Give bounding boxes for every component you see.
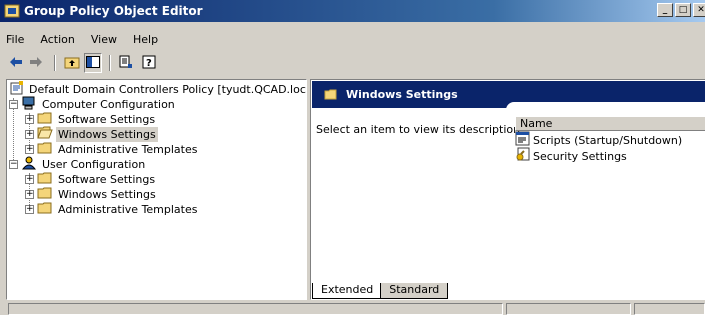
help-icon: ? (142, 55, 156, 72)
tree-item-administrative-templates[interactable]: + Administrative Templates (25, 142, 200, 157)
tab-standard[interactable]: Standard (380, 283, 449, 299)
tree-item-user-configuration[interactable]: − User Configuration (9, 156, 147, 174)
list-item-security-settings[interactable]: Security Settings (515, 147, 627, 167)
tree-item-computer-configuration[interactable]: − Computer Configuration (9, 96, 177, 114)
show-hide-tree-icon (86, 55, 100, 71)
tree-root-label: Default Domain Controllers Policy [tyudt… (29, 83, 306, 96)
tree-item-label: Computer Configuration (42, 98, 175, 111)
status-bar (0, 302, 705, 315)
details-pane: Windows Settings Select an item to view … (310, 79, 705, 300)
collapse-icon[interactable]: − (9, 160, 18, 169)
title-bar: Group Policy Object Editor _ □ ✕ (0, 0, 705, 22)
tree-item-label: Software Settings (58, 113, 156, 126)
column-header-name[interactable]: Name (515, 116, 705, 131)
tree-item-label: Software Settings (58, 173, 156, 186)
show-hide-tree-button[interactable] (84, 53, 102, 73)
tree-item-windows-settings[interactable]: + Windows Settings (25, 126, 158, 142)
tree-item-label: Administrative Templates (58, 203, 198, 216)
menu-action[interactable]: Action (32, 31, 82, 49)
user-icon (21, 156, 37, 174)
status-panel (634, 303, 705, 315)
tree-item-label: Windows Settings (56, 127, 158, 142)
expand-icon[interactable]: + (25, 115, 34, 124)
list-item-label: Scripts (Startup/Shutdown) (533, 134, 683, 147)
toolbar: ? (0, 53, 705, 73)
folder-icon (37, 201, 53, 218)
tree-item-label: Windows Settings (58, 188, 156, 201)
toolbar-separator (54, 55, 56, 71)
expand-icon[interactable]: + (25, 190, 34, 199)
list-item-label: Security Settings (533, 150, 627, 163)
expand-icon[interactable]: + (25, 130, 34, 139)
export-list-icon (119, 55, 133, 72)
window-controls: _ □ ✕ (657, 3, 705, 17)
back-arrow-icon (9, 56, 23, 71)
close-icon: ✕ (697, 4, 705, 15)
tree-item-software-settings[interactable]: + Software Settings (25, 172, 157, 187)
tree-item-windows-settings[interactable]: + Windows Settings (25, 187, 158, 202)
close-button[interactable]: ✕ (693, 3, 705, 17)
forward-button[interactable] (28, 53, 44, 73)
expand-icon[interactable]: + (25, 145, 34, 154)
tree-item-administrative-templates[interactable]: + Administrative Templates (25, 202, 200, 217)
status-panel (506, 303, 631, 315)
menu-help[interactable]: Help (125, 31, 166, 49)
view-tabs: Extended Standard (312, 283, 449, 299)
expand-icon[interactable]: + (25, 175, 34, 184)
back-button[interactable] (8, 53, 24, 73)
expand-icon[interactable]: + (25, 205, 34, 214)
maximize-icon: □ (678, 4, 688, 15)
forward-arrow-icon (29, 56, 43, 71)
maximize-button[interactable]: □ (675, 3, 691, 17)
up-one-level-button[interactable] (63, 53, 81, 73)
gpo-editor-icon (4, 3, 20, 19)
menu-file[interactable]: File (0, 31, 32, 49)
window-title: Group Policy Object Editor (24, 4, 203, 18)
tab-extended[interactable]: Extended (312, 283, 383, 299)
minimize-button[interactable]: _ (657, 3, 673, 17)
tree-root[interactable]: Default Domain Controllers Policy [tyudt… (10, 80, 306, 97)
folder-icon (324, 88, 338, 103)
description-text: Select an item to view its description. (316, 123, 524, 136)
export-list-button[interactable] (117, 53, 135, 73)
computer-icon (21, 96, 37, 114)
folder-icon (37, 141, 53, 158)
menu-bar: File Action View Help (0, 31, 166, 49)
tree-item-software-settings[interactable]: + Software Settings (25, 112, 157, 127)
up-folder-icon (64, 55, 80, 72)
help-button[interactable]: ? (140, 53, 158, 73)
list-item-scripts[interactable]: Scripts (Startup/Shutdown) (515, 131, 683, 149)
tree-item-label: Administrative Templates (58, 143, 198, 156)
toolbar-separator (109, 55, 111, 71)
list-area-background (506, 102, 705, 297)
svg-text:?: ? (146, 58, 152, 69)
tree-item-label: User Configuration (42, 158, 146, 171)
status-panel-main (8, 303, 503, 315)
column-header-label: Name (520, 117, 553, 130)
menu-view[interactable]: View (83, 31, 125, 49)
security-settings-icon (515, 147, 531, 167)
minimize-icon: _ (662, 4, 668, 15)
console-tree[interactable]: Default Domain Controllers Policy [tyudt… (6, 79, 307, 300)
collapse-icon[interactable]: − (9, 100, 18, 109)
details-header-title: Windows Settings (346, 88, 458, 101)
